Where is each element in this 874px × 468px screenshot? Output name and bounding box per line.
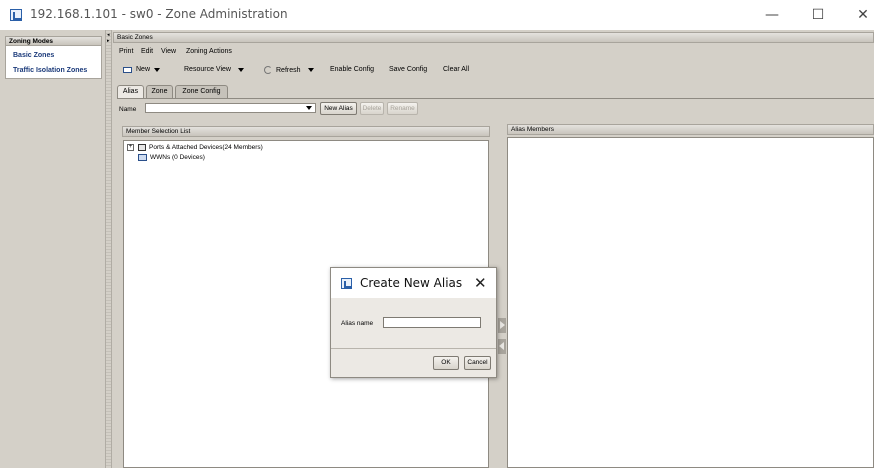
- device-icon: [138, 144, 146, 151]
- new-alias-button[interactable]: New Alias: [320, 102, 357, 115]
- dialog-title: Create New Alias: [360, 276, 463, 290]
- new-label: New: [136, 66, 151, 73]
- resource-view-label: Resource View: [184, 66, 231, 73]
- menu-zoning-actions[interactable]: Zoning Actions: [186, 48, 232, 55]
- panel-splitter[interactable]: ◂ ▸: [105, 30, 112, 468]
- new-menu-button[interactable]: New: [123, 66, 161, 73]
- toolbar: New Resource View Refresh Enable Config …: [113, 62, 874, 79]
- chevron-down-icon: [237, 67, 244, 72]
- alias-name-row: Name New Alias Delete Rename: [119, 102, 539, 116]
- chevron-down-icon[interactable]: [305, 104, 315, 112]
- tab-alias[interactable]: Alias: [117, 85, 144, 99]
- clear-all-button[interactable]: Clear All: [443, 66, 469, 73]
- save-config-label: Save Config: [389, 66, 428, 73]
- menu-edit[interactable]: Edit: [141, 48, 153, 55]
- basic-zones-title: Basic Zones: [113, 32, 874, 43]
- minimize-button[interactable]: —: [762, 6, 782, 24]
- tab-zone-config[interactable]: Zone Config: [175, 85, 228, 98]
- remove-member-arrow-icon[interactable]: [498, 339, 506, 354]
- add-member-arrow-icon[interactable]: [498, 318, 506, 333]
- member-selection-header: Member Selection List: [122, 126, 490, 137]
- expand-right-icon[interactable]: ▸: [107, 39, 110, 44]
- dialog-close-icon[interactable]: ✕: [474, 274, 487, 292]
- clear-all-label: Clear All: [443, 66, 470, 73]
- refresh-button[interactable]: Refresh: [264, 66, 314, 74]
- chevron-down-icon: [154, 67, 161, 72]
- alias-name-input[interactable]: [383, 317, 481, 328]
- wwn-icon: [138, 154, 147, 161]
- expand-icon[interactable]: +: [127, 144, 134, 151]
- maximize-button[interactable]: ☐: [808, 6, 828, 24]
- alias-name-label: Alias name: [341, 320, 374, 327]
- refresh-label: Refresh: [276, 66, 301, 74]
- app-icon: [341, 278, 352, 289]
- window-title: 192.168.1.101 - sw0 - Zone Administratio…: [30, 7, 288, 21]
- dialog-body: Alias name OK Cancel: [331, 298, 496, 377]
- refresh-icon: [264, 66, 272, 74]
- window-titlebar: 192.168.1.101 - sw0 - Zone Administratio…: [0, 0, 874, 30]
- name-label: Name: [119, 106, 137, 113]
- tree-item-ports-label: Ports & Attached Devices(24 Members): [149, 144, 263, 151]
- tree-item-wwns[interactable]: WWNs (0 Devices): [138, 154, 205, 161]
- new-window-icon: [123, 66, 132, 73]
- resource-view-button[interactable]: Resource View: [184, 66, 244, 73]
- alias-members-list[interactable]: [507, 137, 874, 468]
- basic-zones-panel: Basic Zones Print Edit View Zoning Actio…: [113, 32, 874, 468]
- delete-button[interactable]: Delete: [360, 102, 384, 115]
- cancel-button[interactable]: Cancel: [464, 356, 491, 370]
- ok-button[interactable]: OK: [433, 356, 459, 370]
- alias-name-combo[interactable]: [145, 103, 316, 113]
- app-icon: [10, 9, 22, 21]
- zoning-modes-header: Zoning Modes: [5, 36, 102, 46]
- alias-members-header: Alias Members: [507, 124, 874, 135]
- menu-print[interactable]: Print: [119, 48, 133, 55]
- menu-view[interactable]: View: [161, 48, 176, 55]
- zoning-mode-traffic-isolation-zones[interactable]: Traffic Isolation Zones: [6, 63, 101, 78]
- dialog-divider: [331, 348, 496, 349]
- client-area: Zoning Modes Basic Zones Traffic Isolati…: [0, 30, 874, 468]
- tree-item-ports[interactable]: + Ports & Attached Devices(24 Members): [127, 144, 263, 151]
- chevron-down-icon: [307, 68, 314, 72]
- zoning-modes-panel: Zoning Modes Basic Zones Traffic Isolati…: [5, 36, 102, 468]
- menu-bar: Print Edit View Zoning Actions: [113, 46, 874, 58]
- alias-members-panel: Alias Members: [507, 124, 874, 468]
- create-new-alias-dialog: Create New Alias ✕ Alias name OK Cancel: [330, 267, 497, 378]
- enable-config-label: Enable Config: [330, 66, 374, 73]
- zoning-modes-list: Basic Zones Traffic Isolation Zones: [5, 46, 102, 79]
- dialog-titlebar: Create New Alias ✕: [331, 268, 496, 298]
- enable-config-button[interactable]: Enable Config: [330, 66, 374, 73]
- tree-item-wwns-label: WWNs (0 Devices): [150, 154, 205, 161]
- zoning-mode-basic-zones[interactable]: Basic Zones: [6, 48, 101, 63]
- close-button[interactable]: ✕: [853, 6, 873, 24]
- rename-button[interactable]: Rename: [387, 102, 418, 115]
- save-config-button[interactable]: Save Config: [389, 66, 427, 73]
- tab-zone[interactable]: Zone: [146, 85, 173, 98]
